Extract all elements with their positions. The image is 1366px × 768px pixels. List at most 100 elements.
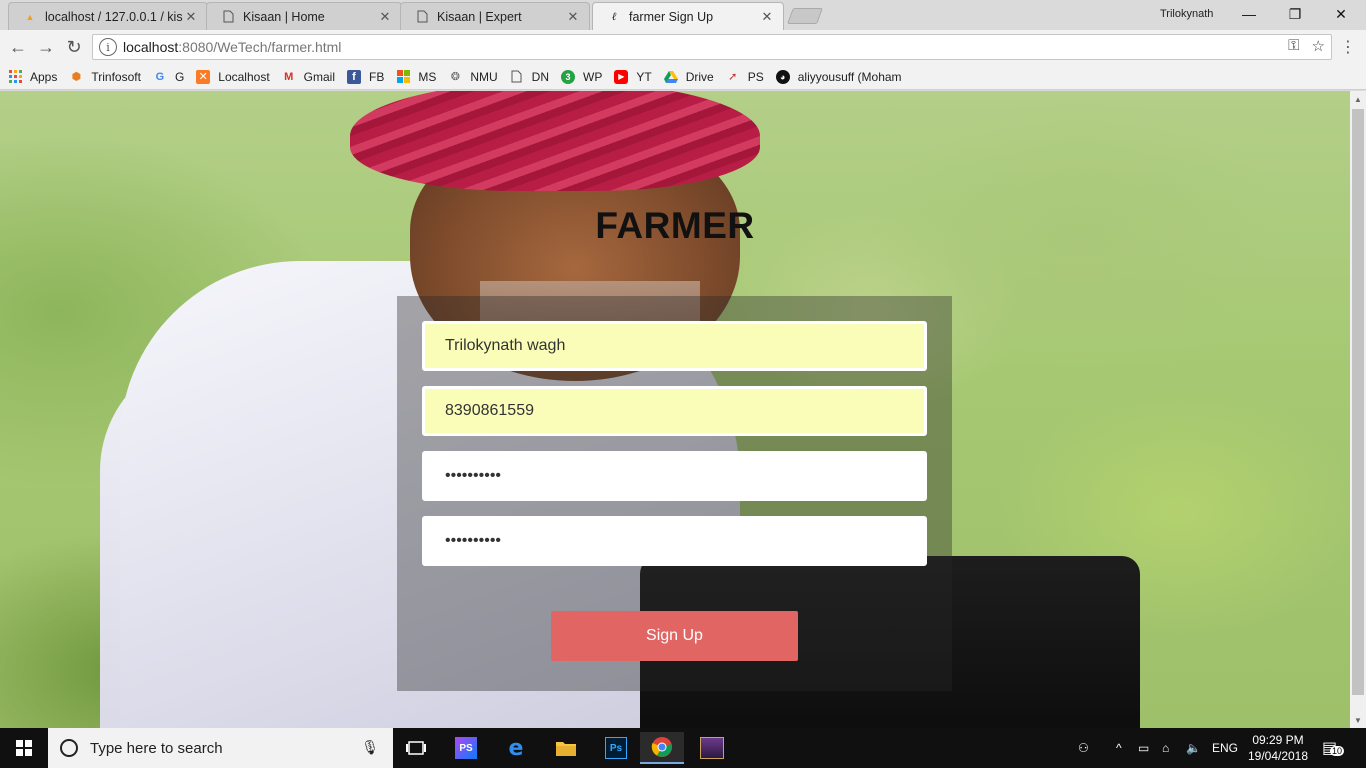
bg-turban — [350, 91, 760, 191]
bookmark-drive[interactable]: Drive — [663, 70, 714, 84]
clock-date: 19/04/2018 — [1247, 749, 1309, 763]
facebook-icon: f — [347, 69, 361, 84]
bookmarks-bar: Apps ⬢ Trinfosoft G G ✕ Localhost M Gmai… — [0, 64, 1366, 90]
page-loading-icon: ℓ — [611, 10, 617, 23]
tab-kisaan-home[interactable]: Kisaan | Home ✕ — [206, 2, 402, 30]
bookmark-nmu[interactable]: ❂ NMU — [448, 69, 498, 84]
bookmark-g[interactable]: G G — [153, 70, 185, 84]
close-icon[interactable]: ✕ — [759, 9, 775, 25]
notification-center-icon[interactable]: ▤10 — [1322, 728, 1345, 768]
new-tab-button[interactable] — [787, 8, 823, 24]
language-indicator[interactable]: ENG — [1212, 728, 1238, 768]
bookmark-label: NMU — [470, 69, 498, 84]
info-icon[interactable]: i — [99, 38, 117, 56]
signup-button[interactable]: Sign Up — [551, 611, 798, 661]
star-icon[interactable]: ☆ — [1312, 37, 1325, 55]
bookmark-label: PS — [747, 69, 764, 84]
bookmark-label: YT — [636, 69, 652, 84]
url-host: localhost — [123, 39, 179, 55]
bookmark-label: WP — [583, 69, 603, 84]
whatsapp-icon: 3 — [561, 69, 576, 84]
tab-kisaan-expert[interactable]: Kisaan | Expert ✕ — [400, 2, 590, 30]
tab-title: Kisaan | Home — [243, 9, 325, 24]
taskbar-search[interactable]: Type here to search 🎙 — [48, 728, 393, 768]
battery-icon[interactable]: ▭ — [1138, 728, 1149, 768]
tab-title: localhost / 127.0.0.1 / kis — [45, 9, 183, 24]
reload-icon[interactable]: ↻ — [62, 35, 86, 59]
bookmark-trinfosoft[interactable]: ⬢ Trinfosoft — [69, 70, 141, 84]
bookmark-localhost[interactable]: ✕ Localhost — [196, 69, 270, 84]
menu-dots-icon[interactable]: ⋮ — [1340, 35, 1356, 59]
page-scrollbar[interactable]: ▲ ▼ — [1350, 91, 1366, 728]
ps-icon: ➚ — [728, 71, 738, 83]
nmu-icon: ❂ — [450, 71, 460, 83]
microsoft-icon — [396, 70, 410, 84]
search-placeholder: Type here to search — [90, 739, 223, 757]
profile-name[interactable]: Trilokynath — [1160, 8, 1213, 20]
windows-start-icon[interactable] — [0, 728, 48, 768]
phpstorm-icon[interactable]: PS — [444, 732, 488, 764]
address-bar[interactable]: i localhost:8080/WeTech/farmer.html ⚿ ☆ — [92, 34, 1332, 60]
bookmark-label: Trinfosoft — [91, 69, 141, 84]
github-icon: ◕ — [775, 69, 790, 84]
back-arrow-icon[interactable]: ← — [6, 35, 30, 59]
close-icon[interactable]: ✕ — [377, 9, 393, 25]
close-icon[interactable]: ✕ — [565, 9, 581, 25]
game-app-icon[interactable] — [690, 732, 734, 764]
bookmark-dn[interactable]: DN — [510, 70, 549, 84]
bookmark-ps[interactable]: ➚ PS — [726, 70, 764, 84]
confirm-password-field[interactable] — [422, 516, 927, 566]
restore-icon[interactable]: ❐ — [1272, 0, 1318, 28]
password-field[interactable] — [422, 451, 927, 501]
browser-tab-strip: ▲ localhost / 127.0.0.1 / kis ✕ Kisaan |… — [0, 0, 1366, 30]
bookmark-fb[interactable]: f FB — [347, 69, 385, 84]
minimize-icon[interactable]: — — [1226, 0, 1272, 28]
chrome-icon[interactable] — [640, 732, 684, 764]
bookmark-yt[interactable]: ▶ YT — [614, 69, 652, 84]
tab-phpmyadmin[interactable]: ▲ localhost / 127.0.0.1 / kis ✕ — [8, 2, 208, 30]
name-field[interactable] — [422, 321, 927, 371]
edge-icon[interactable]: e — [494, 732, 538, 764]
window-close-icon[interactable]: ✕ — [1318, 0, 1364, 28]
trinfosoft-icon: ⬢ — [71, 71, 82, 83]
bookmark-github[interactable]: ◕ aliyyousuff (Moham — [775, 69, 902, 84]
notification-badge: 10 — [1330, 746, 1345, 756]
scroll-up-icon[interactable]: ▲ — [1350, 91, 1366, 107]
bookmark-apps[interactable]: Apps — [8, 70, 57, 84]
forward-arrow-icon[interactable]: → — [34, 35, 58, 59]
key-icon[interactable]: ⚿ — [1288, 37, 1299, 55]
clock[interactable]: 09:29 PM 19/04/2018 — [1238, 732, 1318, 764]
bookmark-label: FB — [369, 69, 385, 84]
bookmark-gmail[interactable]: M Gmail — [282, 70, 335, 84]
task-view-icon[interactable] — [394, 732, 438, 764]
show-hidden-icons[interactable]: ^ — [1116, 728, 1122, 768]
bookmark-label: Apps — [30, 69, 58, 84]
apps-grid-icon — [8, 70, 22, 84]
page-title: FARMER — [595, 205, 755, 246]
url-path: :8080/WeTech/farmer.html — [178, 39, 342, 55]
gmail-icon: M — [284, 70, 294, 83]
scroll-down-icon[interactable]: ▼ — [1350, 712, 1366, 728]
scroll-thumb[interactable] — [1352, 109, 1364, 695]
file-explorer-icon[interactable] — [544, 732, 588, 764]
phpmyadmin-icon: ▲ — [25, 11, 35, 22]
page-icon — [415, 10, 429, 24]
phone-field[interactable] — [422, 386, 927, 436]
photoshop-icon[interactable]: Ps — [594, 732, 638, 764]
bookmark-ms[interactable]: MS — [396, 70, 436, 84]
microphone-icon[interactable]: 🎙 — [361, 739, 379, 756]
tab-title: farmer Sign Up — [629, 9, 714, 24]
bookmark-wp[interactable]: 3 WP — [561, 69, 603, 84]
people-icon[interactable]: ⚇ — [1078, 728, 1089, 768]
tab-farmer-signup[interactable]: ℓ farmer Sign Up ✕ — [592, 2, 784, 30]
clock-time: 09:29 PM — [1252, 733, 1304, 747]
close-icon[interactable]: ✕ — [183, 9, 199, 25]
browser-toolbar: ← → ↻ i localhost:8080/WeTech/farmer.htm… — [0, 30, 1366, 64]
page-icon — [221, 10, 235, 24]
google-icon: G — [155, 70, 165, 83]
page-icon — [510, 70, 524, 84]
bookmark-label: MS — [418, 69, 437, 84]
network-icon[interactable]: ⌂ — [1162, 728, 1169, 768]
volume-icon[interactable]: 🔈 — [1186, 728, 1201, 768]
xampp-icon: ✕ — [196, 69, 211, 84]
